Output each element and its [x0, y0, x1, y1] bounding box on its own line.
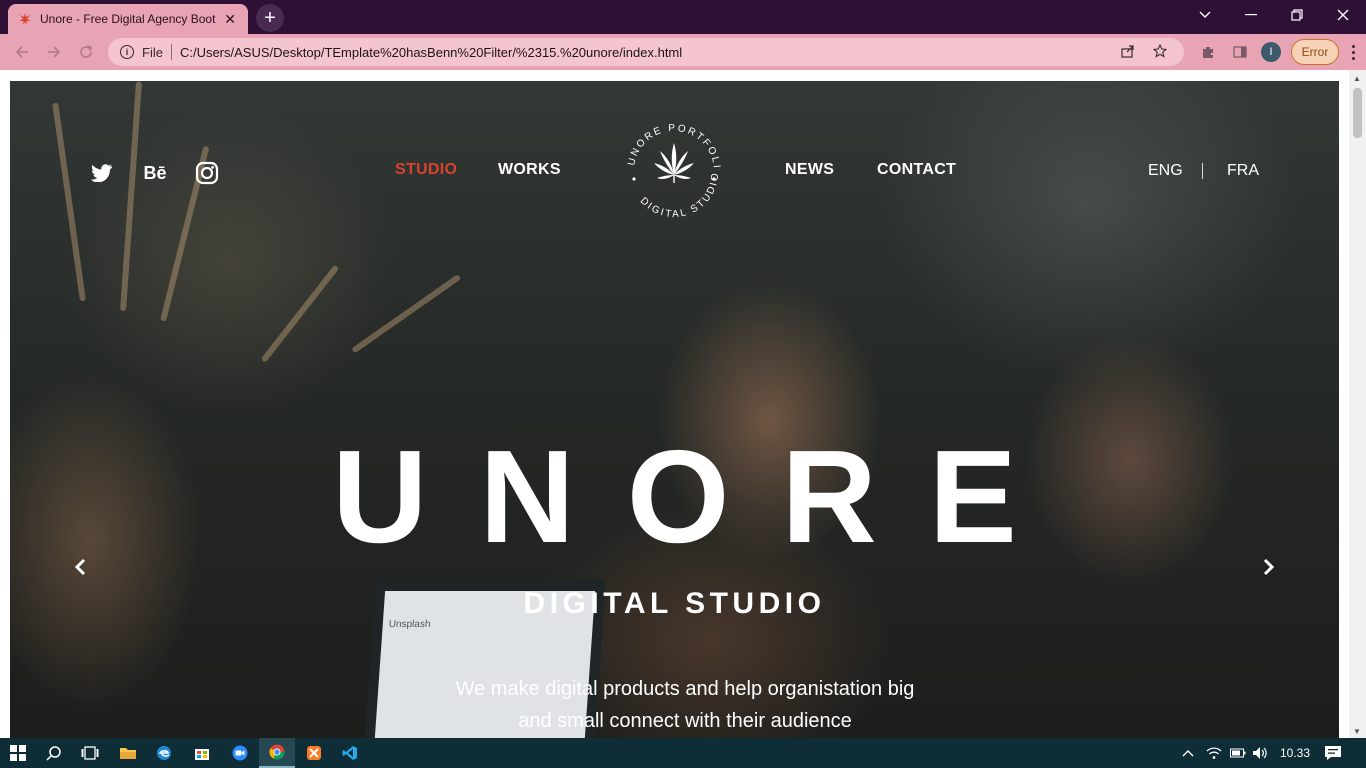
clock[interactable]: 10.33 [1280, 738, 1310, 768]
slider-next-icon[interactable] [1257, 555, 1281, 579]
restore-icon[interactable] [1274, 0, 1320, 30]
hero-section: Unsplash Bē STUDIO WORKS NEWS CONTACT UN… [10, 81, 1339, 738]
tab-title: Unore - Free Digital Agency Boot [40, 12, 216, 26]
sidepanel-icon[interactable] [1228, 40, 1252, 64]
chrome-icon[interactable] [259, 738, 295, 768]
vscode-icon[interactable] [332, 738, 368, 768]
tab-strip: Unore - Free Digital Agency Boot ✕ + [0, 0, 1366, 34]
logo-ring-bottom-text: DIGITAL STUDIO [638, 171, 719, 220]
extensions-icon[interactable] [1196, 40, 1220, 64]
back-icon[interactable] [10, 40, 34, 64]
avatar[interactable]: I [1261, 42, 1281, 62]
xampp-icon[interactable] [296, 738, 332, 768]
address-bar[interactable]: i File C:/Users/ASUS/Desktop/TEmplate%20… [108, 38, 1184, 66]
unore-logo[interactable]: UNORE PORTFOLIO DIGITAL STUDIO [620, 117, 728, 225]
zoom-icon[interactable] [222, 738, 258, 768]
reload-icon[interactable] [74, 40, 98, 64]
hero-description-line: and small connect with their audience [518, 710, 852, 732]
file-explorer-icon[interactable] [110, 738, 146, 768]
tray-expand-icon[interactable] [1182, 738, 1194, 768]
new-tab-button[interactable]: + [256, 4, 284, 32]
instagram-icon[interactable] [195, 161, 219, 185]
minimize-icon[interactable] [1228, 0, 1274, 30]
star-icon[interactable] [1148, 43, 1172, 61]
site-favicon-icon [18, 12, 32, 26]
logo-ring-top-text: UNORE PORTFOLIO [620, 117, 720, 170]
hero-title: UNORE [332, 423, 1069, 570]
nav-studio[interactable]: STUDIO [395, 161, 457, 179]
tab-search-icon[interactable] [1182, 0, 1228, 30]
wifi-icon[interactable] [1206, 738, 1222, 768]
battery-icon[interactable] [1230, 738, 1246, 768]
tab-close-icon[interactable]: ✕ [222, 11, 238, 28]
twitter-icon[interactable] [90, 161, 114, 185]
svg-text:UNORE PORTFOLIO: UNORE PORTFOLIO [620, 117, 722, 170]
svg-text:DIGITAL STUDIO: DIGITAL STUDIO [638, 171, 721, 220]
forward-icon[interactable] [42, 40, 66, 64]
hero-subtitle: DIGITAL STUDIO [523, 587, 826, 620]
nav-contact[interactable]: CONTACT [877, 161, 956, 179]
lang-eng[interactable]: ENG [1148, 162, 1183, 180]
volume-icon[interactable] [1252, 738, 1268, 768]
close-window-icon[interactable] [1320, 0, 1366, 30]
leaf-icon [654, 143, 694, 183]
page-scrollbar[interactable]: ▲ ▼ [1349, 70, 1366, 738]
url-text[interactable]: C:/Users/ASUS/Desktop/TEmplate%20hasBenn… [180, 45, 1108, 60]
notifications-icon[interactable] [1324, 738, 1342, 768]
lang-divider [1202, 163, 1203, 179]
store-icon[interactable] [184, 738, 220, 768]
nav-news[interactable]: NEWS [785, 161, 834, 179]
omnibox-divider [170, 44, 172, 60]
scroll-up-icon[interactable]: ▲ [1353, 74, 1361, 83]
edge-icon[interactable] [146, 738, 182, 768]
info-icon[interactable]: i [120, 45, 134, 59]
hero-description: We make digital products and help organi… [430, 673, 940, 737]
behance-icon[interactable]: Bē [142, 161, 168, 185]
slider-prev-icon[interactable] [68, 555, 92, 579]
hero-description-line: We make digital products and help organi… [455, 678, 915, 700]
error-button[interactable]: Error [1291, 39, 1339, 65]
url-scheme: File [142, 44, 163, 60]
windows-taskbar: 10.33 [0, 738, 1366, 768]
start-icon[interactable] [0, 738, 36, 768]
share-icon[interactable] [1116, 44, 1140, 61]
lang-fra[interactable]: FRA [1227, 162, 1259, 180]
scroll-down-icon[interactable]: ▼ [1353, 727, 1361, 736]
task-view-icon[interactable] [72, 738, 108, 768]
nav-works[interactable]: WORKS [498, 161, 561, 179]
browser-tab[interactable]: Unore - Free Digital Agency Boot ✕ [8, 4, 248, 34]
menu-icon[interactable] [1344, 40, 1362, 64]
scrollbar-thumb[interactable] [1353, 88, 1362, 138]
page-viewport: Unsplash Bē STUDIO WORKS NEWS CONTACT UN… [0, 70, 1366, 738]
search-icon[interactable] [36, 738, 72, 768]
